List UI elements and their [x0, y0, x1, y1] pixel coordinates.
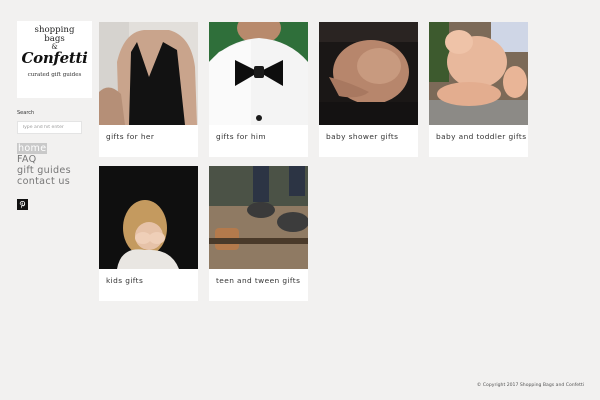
- pinterest-icon[interactable]: [17, 195, 28, 210]
- tile-caption: teen and tween gifts: [216, 276, 301, 285]
- logo-line-confetti: Confetti: [21, 49, 88, 67]
- tile-caption: gifts for him: [216, 132, 266, 141]
- baby-feet-image: [429, 22, 528, 125]
- man-bow-tie-image: [209, 22, 308, 125]
- tile-caption: gifts for her: [106, 132, 155, 141]
- tile-caption: kids gifts: [106, 276, 144, 285]
- tile-teen-and-tween-gifts[interactable]: teen and tween gifts: [209, 166, 308, 301]
- nav-item-faq[interactable]: FAQ: [17, 154, 36, 165]
- search-label: Search: [17, 110, 35, 116]
- woman-black-top-image: [99, 22, 198, 125]
- tile-caption: baby shower gifts: [326, 132, 399, 141]
- nav-item-home[interactable]: home: [17, 143, 48, 154]
- tile-gifts-for-her[interactable]: gifts for her: [99, 22, 198, 157]
- tile-baby-shower-gifts[interactable]: baby shower gifts: [319, 22, 418, 157]
- nav-item-gift-guides[interactable]: gift guides: [17, 165, 71, 176]
- site-logo[interactable]: shopping bags & Confetti curated gift gu…: [17, 21, 92, 98]
- child-hiding-face-image: [99, 166, 198, 269]
- footer-copyright: © Copyright 2017 Shopping Bags and Confe…: [476, 383, 584, 388]
- tile-baby-and-toddler-gifts[interactable]: baby and toddler gifts: [429, 22, 528, 157]
- tile-kids-gifts[interactable]: kids gifts: [99, 166, 198, 301]
- tile-gifts-for-him[interactable]: gifts for him: [209, 22, 308, 157]
- pregnant-belly-image: [319, 22, 418, 125]
- skateboard-sneakers-image: [209, 166, 308, 269]
- tile-caption: baby and toddler gifts: [436, 132, 527, 141]
- logo-tagline: curated gift guides: [27, 72, 82, 78]
- nav-item-contact-us[interactable]: contact us: [17, 176, 70, 187]
- main-nav: home FAQ gift guides contact us: [17, 143, 71, 187]
- search-input[interactable]: [17, 121, 82, 134]
